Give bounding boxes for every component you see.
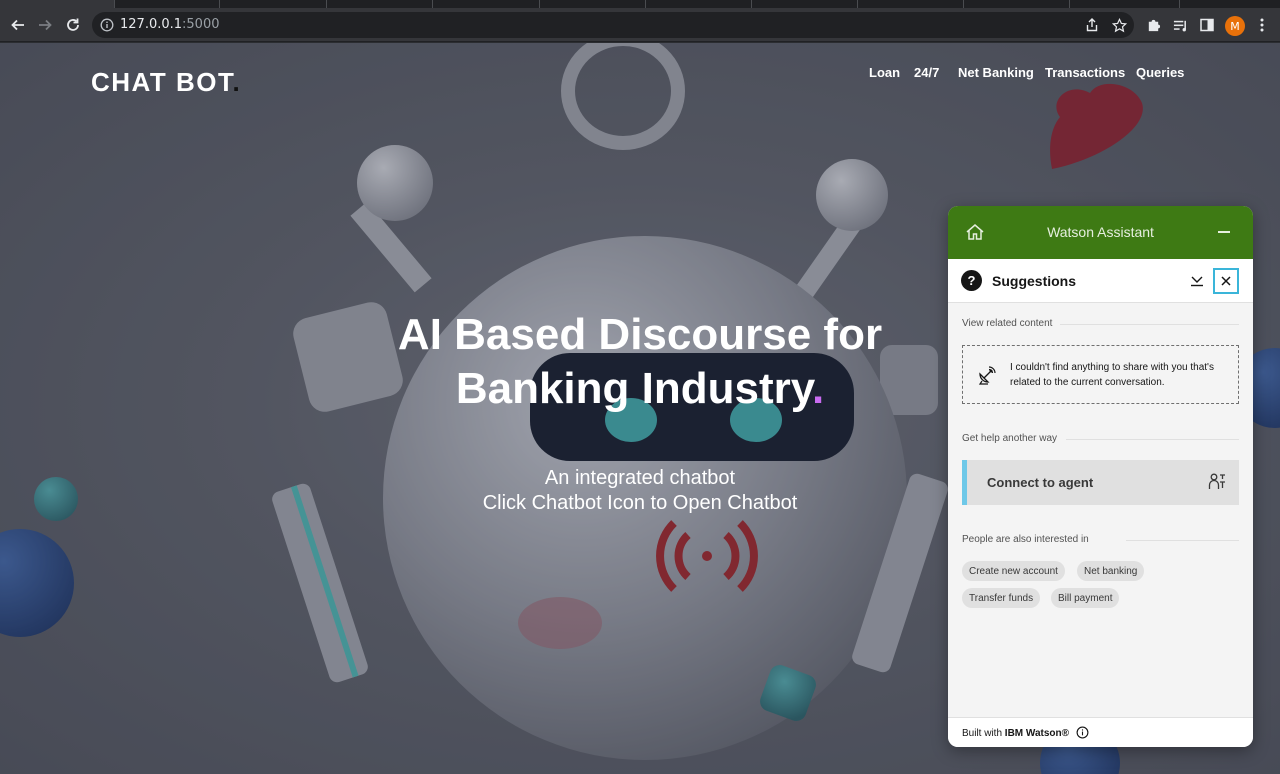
browser-tab[interactable]: [327, 0, 433, 8]
extensions-button[interactable]: [1143, 15, 1163, 35]
section-label-related: View related content: [962, 318, 1053, 329]
star-icon: [1111, 17, 1127, 32]
profile-avatar[interactable]: M: [1225, 16, 1245, 36]
browser-tab[interactable]: [1070, 0, 1180, 8]
side-panel-icon: [1200, 18, 1214, 32]
reading-list-icon: [1173, 20, 1186, 31]
hero-subtitle: An integrated chatbot Click Chatbot Icon…: [390, 466, 890, 516]
suggestions-label: Suggestions: [992, 273, 1077, 289]
hero-title-line-2: Banking Industry.: [455, 364, 825, 413]
share-icon: [1086, 18, 1098, 32]
connect-to-agent-button[interactable]: Connect to agent: [962, 460, 1239, 505]
watson-header: Watson Assistant: [948, 206, 1253, 259]
site-info-icon[interactable]: [100, 18, 114, 32]
watson-title: Watson Assistant: [1047, 224, 1154, 240]
browser-tab[interactable]: [752, 0, 858, 8]
built-with-text: Built with IBM Watson®: [962, 728, 1070, 739]
reload-button[interactable]: [61, 13, 85, 37]
side-panel-button[interactable]: [1197, 15, 1217, 35]
agent-icon: [1208, 473, 1225, 489]
reload-icon: [67, 18, 79, 31]
browser-tab[interactable]: [964, 0, 1070, 8]
share-button[interactable]: [1082, 15, 1102, 35]
info-icon: [1076, 726, 1089, 739]
browser-tab[interactable]: [0, 0, 115, 8]
close-suggestions-button[interactable]: [1213, 268, 1239, 294]
back-button[interactable]: [6, 13, 30, 37]
address-bar[interactable]: 127.0.0.1:5000: [92, 12, 1134, 38]
browser-tab[interactable]: [220, 0, 327, 8]
chip-create-new-account[interactable]: Create new account: [962, 561, 1065, 581]
about-button[interactable]: [1076, 726, 1089, 744]
hero-title-line-1: AI Based Discourse for: [397, 310, 883, 359]
chevron-down-icon: [1191, 276, 1203, 287]
menu-button[interactable]: [1252, 15, 1272, 35]
browser-tab[interactable]: [115, 0, 220, 8]
forward-button[interactable]: [33, 13, 57, 37]
back-arrow-icon: [11, 19, 24, 31]
section-label-interested: People are also interested in: [962, 534, 1089, 545]
watson-footer: Built with IBM Watson®: [948, 717, 1253, 747]
collapse-button[interactable]: [1190, 273, 1204, 292]
bookmark-button[interactable]: [1109, 15, 1129, 35]
browser-tab[interactable]: [433, 0, 540, 8]
hero-subtitle-line-1: An integrated chatbot: [544, 467, 736, 489]
suggestions-bar: ? Suggestions: [948, 259, 1253, 303]
site-logo[interactable]: CHAT BOT.: [91, 67, 241, 98]
nav-link-loan[interactable]: Loan: [869, 65, 900, 80]
chip-bill-payment[interactable]: Bill payment: [1051, 588, 1120, 608]
minimize-button[interactable]: [1218, 231, 1230, 233]
no-content-message: I couldn't find anything to share with y…: [1010, 362, 1214, 388]
no-content-box: I couldn't find anything to share with y…: [962, 345, 1239, 404]
watson-assistant-panel: Watson Assistant ? Suggestions View rela…: [948, 206, 1253, 747]
forward-arrow-icon: [39, 19, 52, 31]
reading-list-button[interactable]: [1170, 15, 1190, 35]
nav-link-net-banking[interactable]: Net Banking: [958, 65, 1034, 80]
url-text: 127.0.0.1:5000: [120, 17, 220, 32]
nav-link-24-7[interactable]: 24/7: [914, 65, 939, 80]
hero-subtitle-line-2: Click Chatbot Icon to Open Chatbot: [482, 492, 798, 514]
satellite-dish-icon: [978, 366, 996, 385]
browser-tab[interactable]: [540, 0, 646, 8]
puzzle-icon: [1148, 19, 1160, 31]
chip-transfer-funds[interactable]: Transfer funds: [962, 588, 1041, 608]
help-icon: ?: [961, 270, 982, 291]
tab-strip: [0, 0, 1280, 8]
browser-tab[interactable]: [858, 0, 964, 8]
section-label-help: Get help another way: [962, 433, 1058, 444]
nav-link-transactions[interactable]: Transactions: [1045, 65, 1125, 80]
divider: [1066, 439, 1239, 440]
close-icon: [1221, 276, 1231, 286]
divider: [1060, 324, 1239, 325]
hero-accent-dot: .: [811, 364, 825, 413]
connect-agent-label: Connect to agent: [987, 475, 1094, 490]
chip-net-banking[interactable]: Net banking: [1077, 561, 1145, 581]
kebab-menu-icon: [1260, 18, 1264, 32]
nav-link-queries[interactable]: Queries: [1136, 65, 1184, 80]
hero-title: AI Based Discourse for Banking Industry.: [340, 308, 940, 416]
browser-tab[interactable]: [646, 0, 752, 8]
browser-toolbar: 127.0.0.1:5000 M: [0, 8, 1280, 42]
divider: [1126, 540, 1239, 541]
